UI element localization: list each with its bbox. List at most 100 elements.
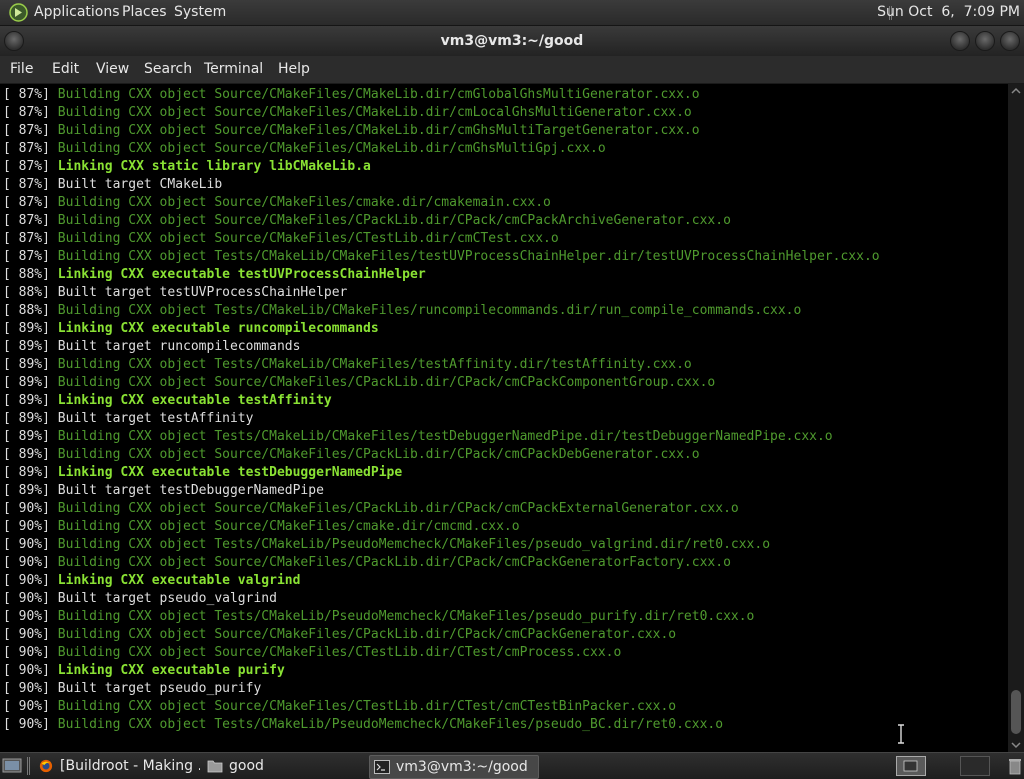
terminal-line: [ 90%] Building CXX object Tests/CMakeLi… [3,536,880,554]
build-message: Built target testUVProcessChainHelper [57,285,348,300]
panel-separator-icon [27,757,30,775]
build-message: Building CXX object Source/CMakeFiles/CT… [57,699,677,714]
taskbar-item-label: good [229,758,264,774]
build-message: Building CXX object Source/CMakeFiles/CP… [57,555,731,570]
build-message: Linking CXX static library libCMakeLib.a [57,159,371,174]
window-title: vm3@vm3:~/good [440,33,584,49]
menu-help[interactable]: Help [278,61,310,78]
menu-file[interactable]: File [10,61,33,78]
build-message: Built target runcompilecommands [57,339,301,354]
build-message: Linking CXX executable purify [57,663,285,678]
terminal-line: [ 88%] Built target testUVProcessChainHe… [3,284,880,302]
terminal-line: [ 87%] Building CXX object Source/CMakeF… [3,86,880,104]
terminal-scrollbar[interactable] [1008,84,1024,752]
build-message: Building CXX object Source/CMakeFiles/CT… [57,231,559,246]
build-message: Building CXX object Source/CMakeFiles/CM… [57,141,606,156]
progress-percent: [ 90%] [3,591,50,606]
build-message: Building CXX object Tests/CMakeLib/Pseud… [57,609,755,624]
close-button[interactable] [1000,31,1020,51]
progress-percent: [ 90%] [3,699,50,714]
progress-percent: [ 90%] [3,519,50,534]
terminal-line: [ 89%] Built target testDebuggerNamedPip… [3,482,880,500]
progress-percent: [ 87%] [3,87,50,102]
system-menu[interactable]: System [174,4,226,21]
build-message: Linking CXX executable testAffinity [57,393,332,408]
progress-percent: [ 87%] [3,249,50,264]
terminal-line: [ 89%] Linking CXX executable testDebugg… [3,464,880,482]
menu-view[interactable]: View [96,61,129,78]
progress-percent: [ 90%] [3,717,50,732]
progress-percent: [ 89%] [3,447,50,462]
workspace-2-icon[interactable] [960,756,990,776]
terminal-line: [ 87%] Building CXX object Source/CMakeF… [3,230,880,248]
taskbar-item-good-folder[interactable]: good [203,755,363,777]
build-message: Linking CXX executable testUVProcessChai… [57,267,426,282]
applications-menu[interactable]: Applications [34,4,120,21]
terminal-line: [ 89%] Building CXX object Source/CMakeF… [3,446,880,464]
distro-logo-icon[interactable] [9,3,28,22]
progress-percent: [ 90%] [3,627,50,642]
scroll-up-arrow-icon[interactable] [1008,84,1024,98]
build-message: Building CXX object Tests/CMakeLib/Pseud… [57,537,771,552]
progress-percent: [ 90%] [3,609,50,624]
maximize-button[interactable] [975,31,995,51]
workspace-switcher-icon[interactable] [896,756,926,776]
taskbar-item-label: [Buildroot - Making ... [60,758,200,774]
build-message: Building CXX object Source/CMakeFiles/CP… [57,627,677,642]
firefox-icon [39,759,53,773]
trash-icon[interactable] [1008,756,1022,776]
progress-percent: [ 87%] [3,213,50,228]
menu-edit[interactable]: Edit [52,61,79,78]
minimize-button[interactable] [950,31,970,51]
menubar: File Edit View Search Terminal Help [0,56,1024,84]
progress-percent: [ 87%] [3,195,50,210]
progress-percent: [ 90%] [3,573,50,588]
menu-terminal[interactable]: Terminal [204,61,263,78]
progress-percent: [ 89%] [3,375,50,390]
terminal-line: [ 90%] Building CXX object Source/CMakeF… [3,626,880,644]
progress-percent: [ 90%] [3,537,50,552]
scroll-down-arrow-icon[interactable] [1008,738,1024,752]
taskbar-item-label: vm3@vm3:~/good [396,759,528,775]
build-message: Built target testAffinity [57,411,254,426]
terminal-line: [ 89%] Linking CXX executable runcompile… [3,320,880,338]
terminal-line: [ 90%] Building CXX object Source/CMakeF… [3,500,880,518]
taskbar-item-terminal[interactable]: vm3@vm3:~/good [369,755,539,779]
build-message: Building CXX object Tests/CMakeLib/CMake… [57,357,692,372]
terminal-line: [ 88%] Linking CXX executable testUVProc… [3,266,880,284]
taskbar-item-buildroot[interactable]: [Buildroot - Making ... [34,755,200,777]
bottom-panel: [Buildroot - Making ... good vm3@vm3:~/g… [0,752,1024,779]
terminal-line: [ 90%] Building CXX object Source/CMakeF… [3,644,880,662]
terminal-line: [ 87%] Building CXX object Source/CMakeF… [3,122,880,140]
menu-search[interactable]: Search [144,61,192,78]
progress-percent: [ 88%] [3,267,50,282]
clock[interactable]: Sun Oct 6, 7:09 PM [877,4,1020,21]
progress-percent: [ 89%] [3,483,50,498]
terminal-line: [ 87%] Building CXX object Source/CMakeF… [3,212,880,230]
scrollbar-thumb[interactable] [1011,690,1021,734]
terminal-lines: [ 87%] Building CXX object Source/CMakeF… [3,86,880,734]
progress-percent: [ 87%] [3,177,50,192]
terminal-line: [ 89%] Linking CXX executable testAffini… [3,392,880,410]
progress-percent: [ 89%] [3,429,50,444]
progress-percent: [ 87%] [3,105,50,120]
terminal-output[interactable]: [ 87%] Building CXX object Source/CMakeF… [0,84,1008,752]
progress-percent: [ 90%] [3,681,50,696]
build-message: Building CXX object Tests/CMakeLib/CMake… [57,249,880,264]
show-desktop-icon[interactable] [2,757,22,775]
places-menu[interactable]: Places [122,4,167,21]
folder-icon [207,760,223,773]
progress-percent: [ 90%] [3,663,50,678]
build-message: Building CXX object Source/CMakeFiles/CP… [57,375,716,390]
build-message: Building CXX object Tests/CMakeLib/CMake… [57,303,802,318]
progress-percent: [ 89%] [3,465,50,480]
progress-percent: [ 90%] [3,555,50,570]
progress-percent: [ 88%] [3,285,50,300]
terminal-line: [ 87%] Building CXX object Source/CMakeF… [3,140,880,158]
progress-percent: [ 87%] [3,141,50,156]
window-titlebar[interactable]: vm3@vm3:~/good [0,26,1024,56]
terminal-line: [ 87%] Building CXX object Source/CMakeF… [3,104,880,122]
build-message: Linking CXX executable valgrind [57,573,301,588]
build-message: Building CXX object Source/CMakeFiles/CT… [57,645,622,660]
build-message: Building CXX object Source/CMakeFiles/cm… [57,519,520,534]
